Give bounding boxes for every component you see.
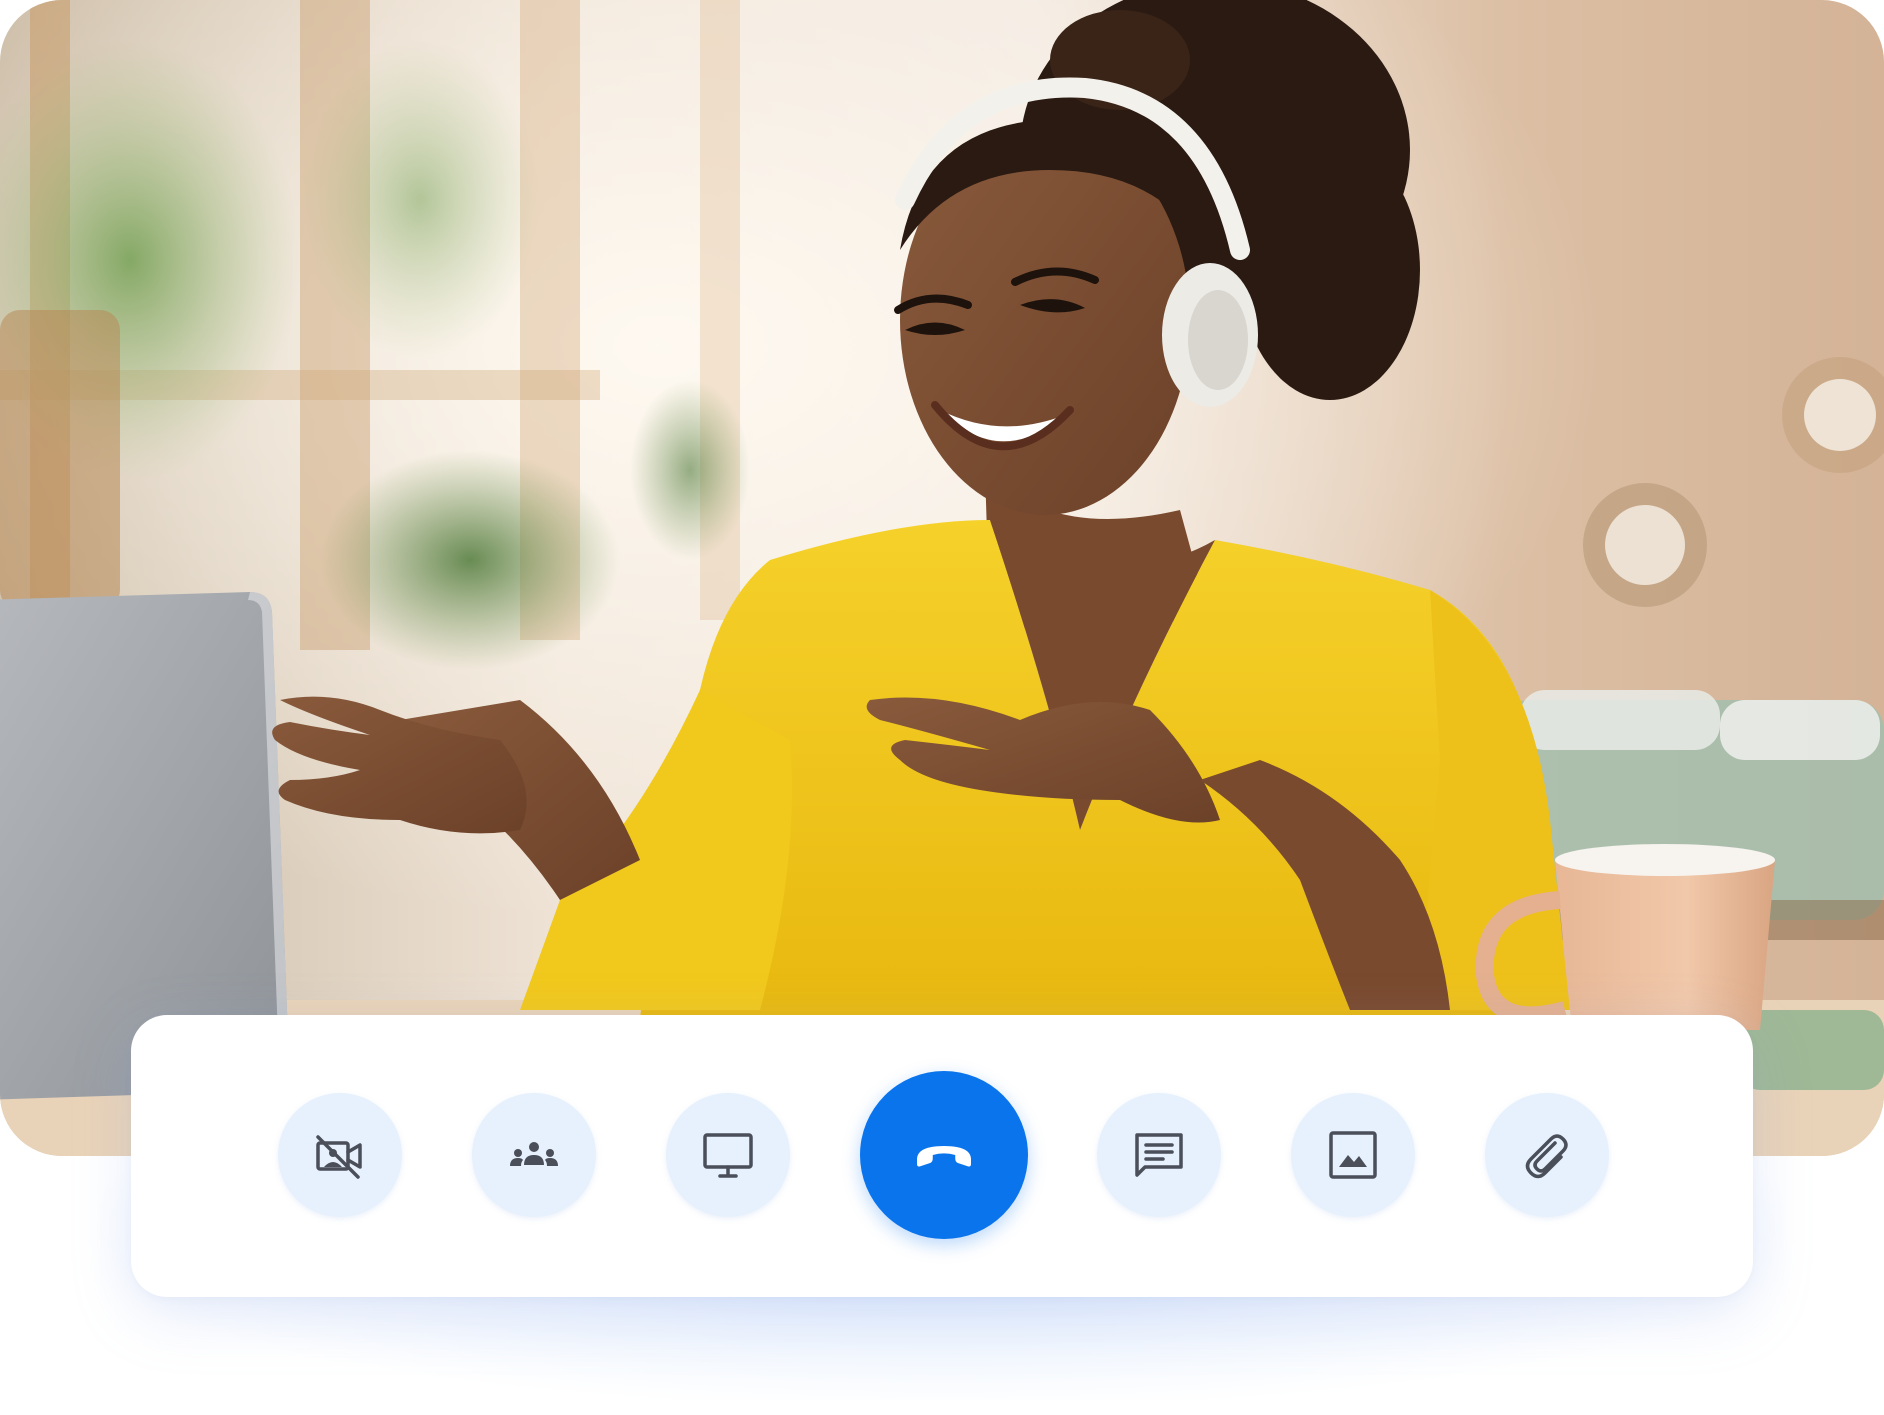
- end-call-button[interactable]: [860, 1071, 1028, 1239]
- toggle-camera-button[interactable]: [278, 1093, 402, 1217]
- call-controls-bar: [131, 1015, 1753, 1297]
- participants-button[interactable]: [472, 1093, 596, 1217]
- end-call-icon: [917, 1146, 971, 1167]
- send-image-button[interactable]: [1291, 1093, 1415, 1217]
- attachment-icon: [1525, 1134, 1568, 1179]
- screen-share-icon: [703, 1133, 753, 1178]
- attach-file-button[interactable]: [1485, 1093, 1609, 1217]
- camera-off-icon: [316, 1135, 362, 1179]
- chat-icon: [1135, 1133, 1183, 1177]
- screen-share-button[interactable]: [666, 1093, 790, 1217]
- participants-icon: [510, 1142, 558, 1166]
- image-icon: [1329, 1131, 1377, 1179]
- chat-button[interactable]: [1097, 1093, 1221, 1217]
- video-feed: [0, 0, 1884, 1156]
